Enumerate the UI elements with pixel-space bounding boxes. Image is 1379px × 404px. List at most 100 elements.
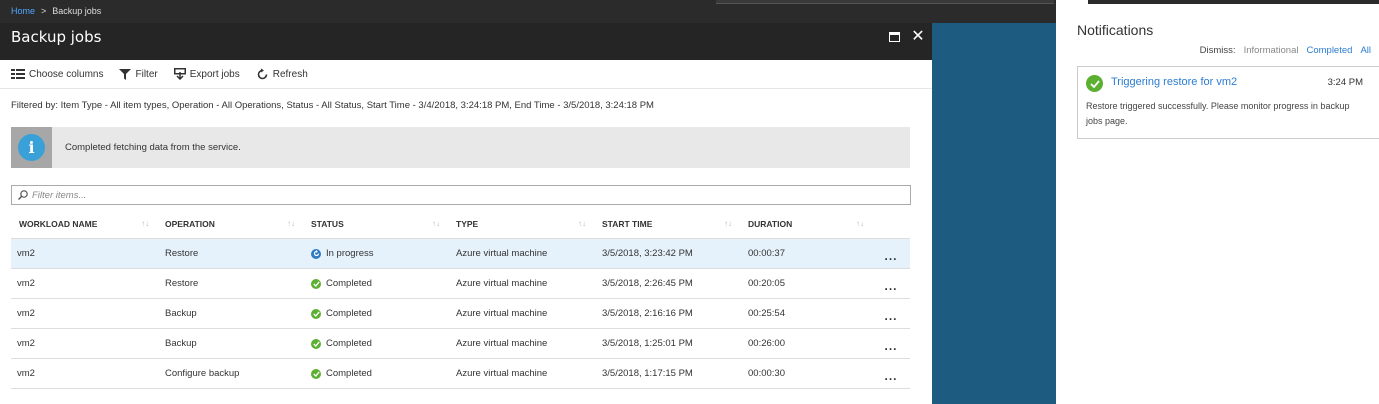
table-row[interactable]: vm2 Configure backup Completed Azure vir…: [11, 359, 910, 389]
columns-icon: [11, 69, 25, 79]
column-header-duration[interactable]: DURATION ↑↓: [740, 219, 872, 229]
info-message-text: Completed fetching data from the service…: [65, 142, 241, 153]
column-header-type[interactable]: TYPE ↑↓: [448, 219, 594, 229]
notification-item[interactable]: Triggering restore for vm2 3:24 PM Resto…: [1077, 67, 1379, 139]
column-header-start-time[interactable]: START TIME ↑↓: [594, 219, 740, 229]
cell-operation: Restore: [165, 278, 199, 289]
sort-icon[interactable]: ↑↓: [287, 219, 295, 228]
cell-status: Completed: [303, 278, 448, 289]
notification-time: 3:24 PM: [1327, 77, 1363, 88]
notification-title-link[interactable]: Triggering restore for vm2: [1111, 76, 1237, 88]
sort-icon[interactable]: ↑↓: [724, 219, 732, 228]
row-more-button[interactable]: ...: [872, 309, 910, 323]
info-icon: i: [18, 134, 45, 161]
dismiss-bar: Dismiss: Informational Completed All: [1200, 45, 1371, 56]
cell-workload: vm2: [17, 338, 35, 349]
filter-label: Filter: [135, 68, 158, 80]
in-progress-icon: [311, 248, 321, 259]
row-more-button[interactable]: ...: [872, 279, 910, 293]
dismiss-completed-link[interactable]: Completed: [1306, 45, 1352, 56]
success-check-icon: [1086, 75, 1103, 92]
cell-operation: Restore: [165, 248, 199, 259]
notifications-pane: Notifications Dismiss: Informational Com…: [1056, 0, 1379, 404]
refresh-button[interactable]: Refresh: [256, 68, 308, 81]
cell-operation: Configure backup: [165, 368, 240, 379]
blade-header: Backup jobs ✕: [0, 23, 932, 60]
grid-header-row: WORKLOAD NAME ↑↓ OPERATION ↑↓ STATUS ↑↓ TYP…: [11, 209, 910, 239]
command-bar: Choose columns Filter Export jobs Refres…: [0, 60, 932, 89]
table-row[interactable]: vm2 Backup Completed Azure virtual machi…: [11, 299, 910, 329]
cell-duration: 00:26:00: [748, 338, 785, 349]
cell-type: Azure virtual machine: [456, 338, 548, 349]
table-row[interactable]: vm2 Backup Completed Azure virtual machi…: [11, 329, 910, 359]
close-button[interactable]: ✕: [910, 29, 926, 45]
cell-operation: Backup: [165, 338, 197, 349]
sort-icon[interactable]: ↑↓: [432, 219, 440, 228]
filter-items-search[interactable]: [11, 185, 911, 205]
cell-duration: 00:00:30: [748, 368, 785, 379]
maximize-icon: [888, 32, 900, 42]
notifications-title: Notifications: [1077, 22, 1154, 38]
cell-duration: 00:00:37: [748, 248, 785, 259]
notifications-top-strip: [1088, 0, 1379, 4]
cell-start-time: 3/5/2018, 1:25:01 PM: [602, 338, 693, 349]
dismiss-all-link[interactable]: All: [1360, 45, 1371, 56]
dismiss-informational-link[interactable]: Informational: [1244, 45, 1299, 56]
blade-title: Backup jobs: [11, 28, 102, 46]
column-header-operation[interactable]: OPERATION ↑↓: [157, 219, 303, 229]
column-header-label: STATUS: [311, 218, 344, 229]
filter-items-input[interactable]: [32, 189, 892, 201]
top-bar: Home > Backup jobs: [0, 0, 1056, 23]
info-icon-container: i: [11, 127, 52, 168]
cell-workload: vm2: [17, 248, 35, 259]
filter-icon: [119, 68, 132, 80]
sort-icon[interactable]: ↑↓: [141, 219, 149, 228]
cell-type: Azure virtual machine: [456, 248, 548, 259]
cell-workload: vm2: [17, 368, 35, 379]
notification-body: Restore triggered successfully. Please m…: [1086, 101, 1350, 126]
row-more-button[interactable]: ...: [872, 339, 910, 353]
export-jobs-button[interactable]: Export jobs: [173, 68, 240, 80]
info-message-bar: i Completed fetching data from the servi…: [11, 127, 910, 168]
cell-start-time: 3/5/2018, 2:26:45 PM: [602, 278, 693, 289]
choose-columns-label: Choose columns: [29, 68, 104, 80]
sort-icon[interactable]: ↑↓: [856, 219, 864, 228]
refresh-icon: [257, 68, 268, 79]
cell-workload: vm2: [17, 278, 35, 289]
choose-columns-button[interactable]: Choose columns: [11, 69, 103, 80]
backup-jobs-blade: Choose columns Filter Export jobs Refres…: [0, 60, 932, 404]
row-more-button[interactable]: ...: [872, 369, 910, 383]
cell-status: Completed: [303, 368, 448, 379]
breadcrumb-current[interactable]: Backup jobs: [52, 6, 101, 16]
maximize-button[interactable]: [886, 29, 902, 45]
breadcrumb-separator: >: [41, 6, 47, 16]
export-icon: [173, 68, 186, 80]
column-header-workload-name[interactable]: WORKLOAD NAME ↑↓: [11, 219, 157, 229]
column-header-label: DURATION: [748, 218, 793, 229]
filter-summary: Filtered by: Item Type - All item types,…: [11, 100, 654, 111]
jobs-grid: WORKLOAD NAME ↑↓ OPERATION ↑↓ STATUS ↑↓ TYP…: [11, 209, 910, 389]
search-icon: [18, 190, 28, 200]
status-text: In progress: [326, 248, 374, 259]
breadcrumb: Home > Backup jobs: [11, 6, 101, 16]
cell-status: Completed: [303, 308, 448, 319]
column-header-label: OPERATION: [165, 218, 215, 229]
column-header-label: WORKLOAD NAME: [19, 218, 98, 229]
dashboard-background: [932, 23, 1056, 404]
cell-workload: vm2: [17, 308, 35, 319]
global-search-bar[interactable]: [716, 0, 1054, 4]
check-icon: [311, 278, 321, 289]
column-header-status[interactable]: STATUS ↑↓: [303, 219, 448, 229]
filter-button[interactable]: Filter: [119, 68, 158, 80]
dismiss-label: Dismiss:: [1199, 45, 1236, 56]
cell-type: Azure virtual machine: [456, 308, 548, 319]
status-text: Completed: [326, 368, 372, 379]
row-more-button[interactable]: ...: [872, 249, 910, 263]
table-row[interactable]: vm2 Restore Completed Azure virtual mach…: [11, 269, 910, 299]
sort-icon[interactable]: ↑↓: [578, 219, 586, 228]
table-row[interactable]: vm2 Restore In progress Azure virtual ma…: [11, 239, 910, 269]
breadcrumb-home-link[interactable]: Home: [11, 6, 35, 16]
refresh-label: Refresh: [272, 68, 308, 80]
column-header-label: TYPE: [456, 218, 479, 229]
cell-operation: Backup: [165, 308, 197, 319]
